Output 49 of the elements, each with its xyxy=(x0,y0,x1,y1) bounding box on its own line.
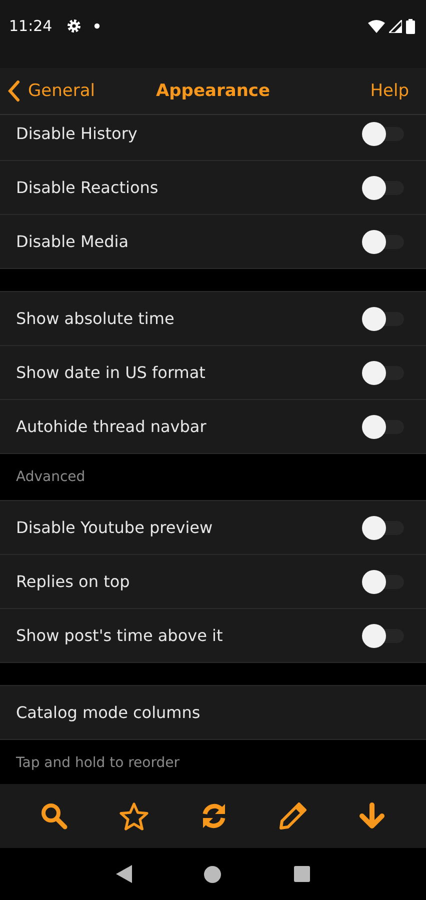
wifi-icon xyxy=(368,20,385,32)
section-header: Advanced xyxy=(16,469,86,485)
toggle-switch[interactable] xyxy=(362,624,404,648)
row-label: Show absolute time xyxy=(16,309,176,328)
settings-row[interactable]: Catalog mode columns xyxy=(0,686,426,739)
home-nav-icon[interactable] xyxy=(204,866,222,882)
toggle-switch[interactable] xyxy=(362,516,404,540)
settings-row[interactable]: Disable Media xyxy=(0,215,426,268)
toggle-switch[interactable] xyxy=(362,176,404,200)
gear-icon xyxy=(66,18,82,34)
settings-row[interactable]: Replies on top xyxy=(0,555,426,609)
search-icon[interactable] xyxy=(40,802,68,830)
settings-row[interactable]: Show absolute time xyxy=(0,292,426,346)
back-label: General xyxy=(28,81,95,101)
help-button[interactable]: Help xyxy=(370,81,409,101)
screen-title: Appearance xyxy=(156,81,270,101)
chevron-left-icon xyxy=(8,80,20,102)
settings-row[interactable]: Show date in US format xyxy=(0,346,426,400)
row-label: Replies on top xyxy=(16,572,131,591)
settings-row[interactable]: Disable Youtube preview xyxy=(0,501,426,555)
row-label: Disable Youtube preview xyxy=(16,518,214,537)
toggle-switch[interactable] xyxy=(362,360,404,384)
section-header: Tap and hold to reorder xyxy=(16,755,180,771)
star-icon[interactable] xyxy=(118,802,149,830)
row-label: Disable Media xyxy=(16,232,130,251)
battery-icon xyxy=(406,18,415,34)
toggle-switch[interactable] xyxy=(362,414,404,438)
recents-nav-icon[interactable] xyxy=(294,866,310,882)
row-label: Disable Reactions xyxy=(16,178,160,197)
arrow-down-icon[interactable] xyxy=(358,802,386,830)
back-button[interactable]: General xyxy=(8,80,95,102)
pencil-icon[interactable] xyxy=(279,802,308,830)
status-time: 11:24 xyxy=(9,17,52,35)
settings-row[interactable]: Disable Reactions xyxy=(0,161,426,215)
settings-row[interactable]: Show post's time above it xyxy=(0,609,426,662)
toggle-switch[interactable] xyxy=(362,570,404,594)
row-label: Autohide thread navbar xyxy=(16,417,208,436)
row-label: Disable History xyxy=(16,124,138,143)
back-nav-icon[interactable] xyxy=(116,865,132,883)
row-label: Show date in US format xyxy=(16,363,206,382)
signal-icon xyxy=(389,20,402,32)
toggle-switch[interactable] xyxy=(362,306,404,330)
settings-row[interactable]: Disable History xyxy=(0,115,426,161)
toggle-switch[interactable] xyxy=(362,122,404,146)
row-label: Show post's time above it xyxy=(16,626,224,645)
dot-icon xyxy=(94,23,100,29)
row-label: Catalog mode columns xyxy=(16,703,202,722)
settings-row[interactable]: Autohide thread navbar xyxy=(0,400,426,453)
toggle-switch[interactable] xyxy=(362,230,404,254)
